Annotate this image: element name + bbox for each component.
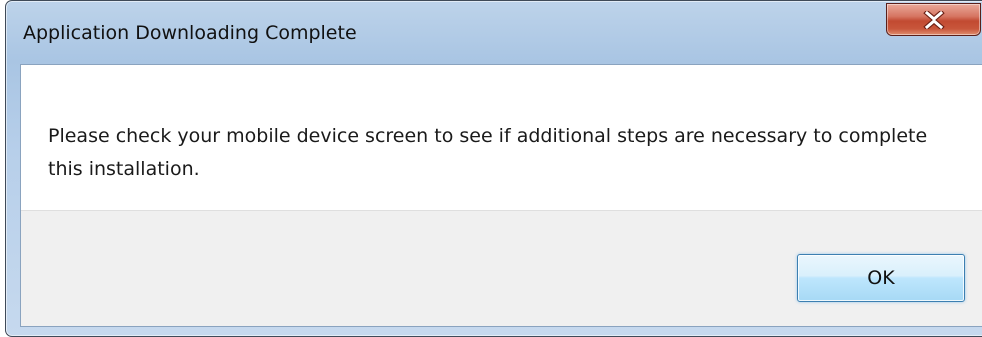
dialog-window: Application Downloading Complete Please … bbox=[5, 0, 982, 337]
dialog-client-area: Please check your mobile device screen t… bbox=[20, 64, 982, 327]
title-bar[interactable]: Application Downloading Complete bbox=[6, 1, 982, 65]
dialog-title: Application Downloading Complete bbox=[23, 22, 357, 44]
message-area: Please check your mobile device screen t… bbox=[21, 65, 982, 210]
close-icon bbox=[922, 10, 945, 29]
dialog-message: Please check your mobile device screen t… bbox=[48, 125, 928, 180]
ok-button[interactable]: OK bbox=[797, 254, 965, 302]
close-button[interactable] bbox=[886, 3, 981, 36]
button-bar: OK bbox=[21, 210, 982, 326]
